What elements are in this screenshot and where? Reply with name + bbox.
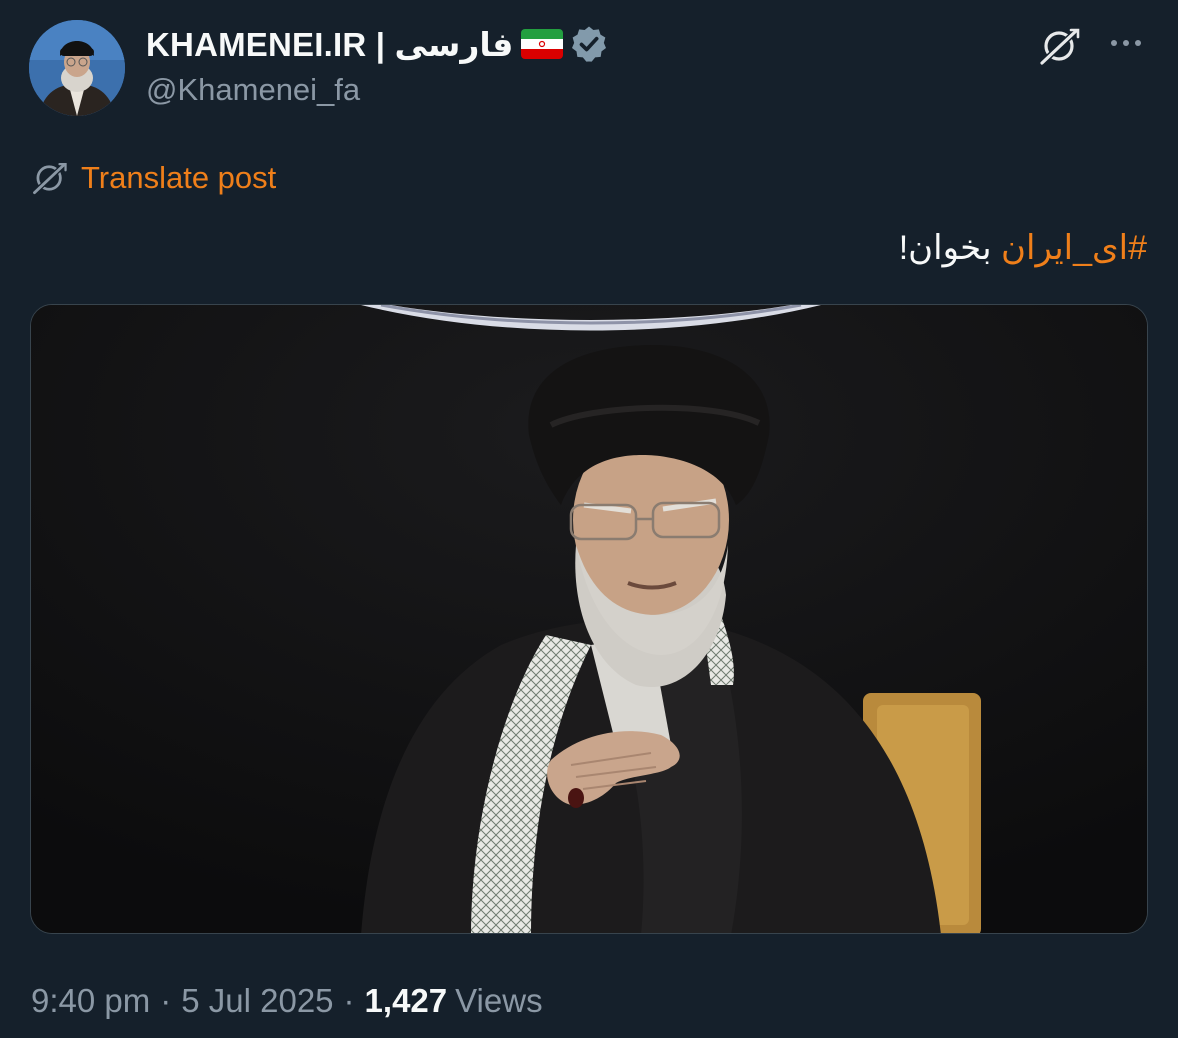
post-meta: 9:40 pm · 5 Jul 2025 · 1,427 Views: [31, 976, 543, 1026]
author-name-row[interactable]: KHAMENEI.IR | فارسی: [146, 22, 609, 66]
views-label: Views: [455, 982, 543, 1019]
author-avatar[interactable]: [29, 20, 125, 116]
post-media[interactable]: [30, 304, 1148, 934]
post-body-text: بخوان!: [898, 229, 1002, 267]
post-hashtag[interactable]: #ای_ایران: [1001, 229, 1147, 267]
iran-flag-icon: [521, 29, 564, 59]
meta-separator: ·: [160, 982, 172, 1019]
grok-icon[interactable]: [1038, 26, 1082, 66]
post-time[interactable]: 9:40 pm: [31, 982, 150, 1020]
post-card: KHAMENEI.IR | فارسی @Khamenei_fa Transla…: [0, 0, 1178, 1038]
more-options-icon[interactable]: [1106, 28, 1146, 58]
author-display-name[interactable]: KHAMENEI.IR | فارسی: [146, 25, 513, 64]
post-text: #ای_ایران بخوان!: [899, 222, 1147, 274]
post-date[interactable]: 5 Jul 2025: [181, 982, 333, 1020]
meta-separator: ·: [343, 982, 355, 1019]
views-count: 1,427: [364, 982, 448, 1019]
author-handle[interactable]: @Khamenei_fa: [146, 72, 360, 108]
video-still-image: [31, 305, 1147, 933]
translate-post-label[interactable]: Translate post: [81, 160, 276, 196]
avatar-image: [29, 20, 125, 116]
grok-translate-icon: [31, 159, 69, 197]
translate-post-link[interactable]: Translate post: [31, 156, 276, 200]
verified-badge-icon[interactable]: [569, 24, 609, 64]
